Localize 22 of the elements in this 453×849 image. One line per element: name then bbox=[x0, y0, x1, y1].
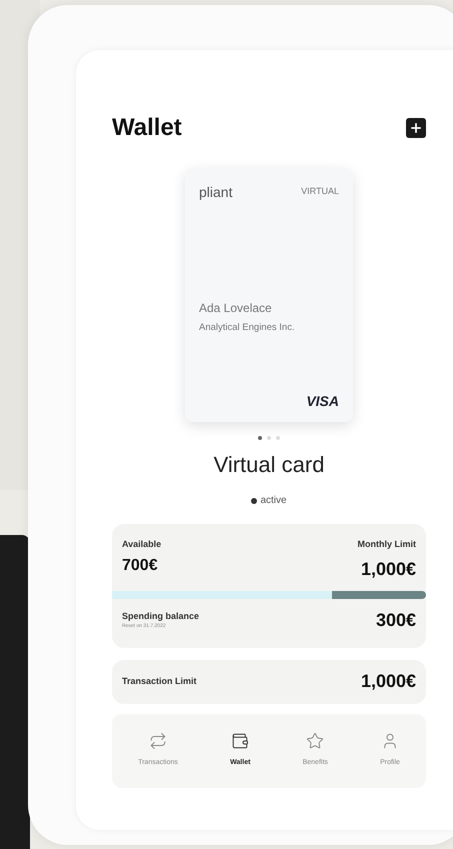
wallet-icon bbox=[231, 732, 250, 750]
monthly-limit-amount: 1,000€ bbox=[360, 558, 416, 580]
available-amount: 700€ bbox=[122, 556, 159, 576]
cardholder-name: Ada Lovelace bbox=[199, 300, 273, 317]
plus-icon bbox=[409, 121, 423, 135]
transaction-limit-label: Transaction Limit bbox=[122, 674, 197, 688]
card-network: VISA bbox=[306, 392, 339, 411]
status-label: active bbox=[260, 494, 287, 508]
card-title: Virtual card bbox=[214, 451, 324, 479]
balance-label: Spending balance bbox=[122, 610, 200, 623]
monthly-limit-label: Monthly Limit bbox=[358, 538, 416, 551]
swap-arrows-icon bbox=[148, 732, 167, 750]
card-brand: pliant bbox=[199, 183, 232, 202]
star-icon bbox=[306, 732, 324, 750]
transaction-limit-amount: 1,000€ bbox=[360, 670, 416, 693]
company-name: Analytical Engines Inc. bbox=[199, 321, 296, 335]
card-type: VIRTUAL bbox=[301, 185, 339, 198]
add-button[interactable] bbox=[406, 118, 426, 138]
available-label: Available bbox=[122, 538, 162, 551]
payment-card[interactable]: pliant VIRTUAL Ada Lovelace Analytical Engines Inc. VISA bbox=[185, 168, 353, 422]
page-title: Wallet bbox=[112, 113, 182, 143]
balance-amount: 300€ bbox=[376, 608, 416, 632]
